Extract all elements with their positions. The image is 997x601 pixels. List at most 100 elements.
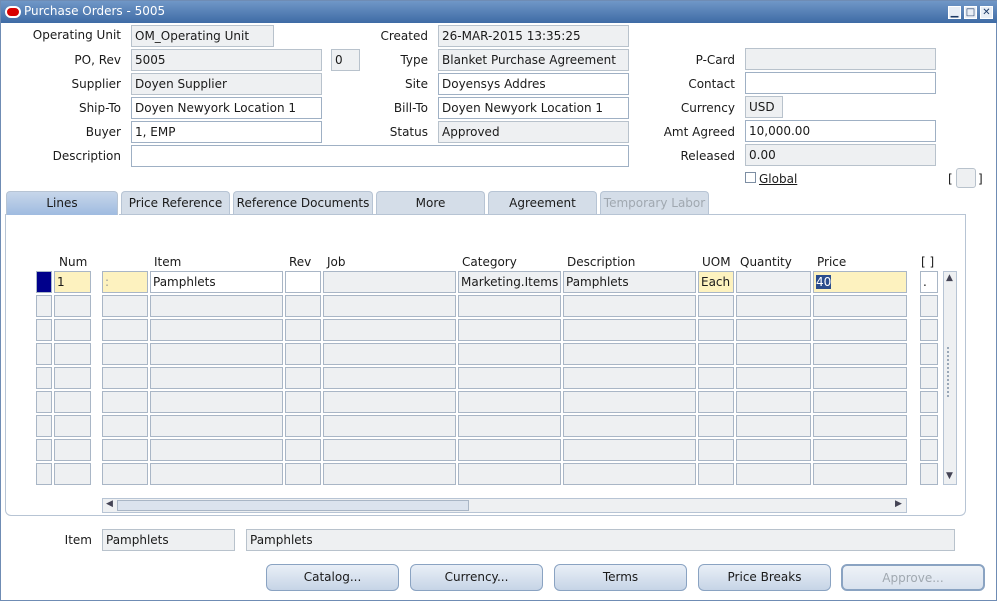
quantity-cell[interactable] xyxy=(736,271,811,293)
operating-unit-field[interactable]: OM_Operating Unit xyxy=(131,25,274,47)
empty-cell[interactable] xyxy=(102,415,148,437)
empty-cell[interactable] xyxy=(323,319,456,341)
empty-cell[interactable] xyxy=(920,367,938,389)
empty-cell[interactable] xyxy=(698,463,734,485)
empty-cell[interactable] xyxy=(920,319,938,341)
row-selector[interactable] xyxy=(36,367,52,389)
empty-cell[interactable] xyxy=(563,295,696,317)
empty-cell[interactable] xyxy=(813,463,907,485)
buyer-field[interactable]: 1, EMP xyxy=(131,121,322,143)
empty-cell[interactable] xyxy=(323,391,456,413)
horizontal-scrollbar[interactable]: ◀ ▶ xyxy=(102,498,907,513)
empty-cell[interactable] xyxy=(698,439,734,461)
empty-cell[interactable] xyxy=(102,439,148,461)
empty-cell[interactable] xyxy=(54,367,91,389)
contact-field[interactable] xyxy=(745,72,936,94)
empty-cell[interactable] xyxy=(813,295,907,317)
ship-to-field[interactable]: Doyen Newyork Location 1 xyxy=(131,97,322,119)
empty-cell[interactable] xyxy=(563,391,696,413)
empty-cell[interactable] xyxy=(736,319,811,341)
row-selector[interactable] xyxy=(36,343,52,365)
empty-cell[interactable] xyxy=(458,391,561,413)
created-field[interactable]: 26-MAR-2015 13:35:25 xyxy=(438,25,629,47)
empty-cell[interactable] xyxy=(150,367,283,389)
pcard-field[interactable] xyxy=(745,48,936,70)
empty-cell[interactable] xyxy=(102,343,148,365)
vertical-scrollbar[interactable]: ▲ ▼ xyxy=(943,271,957,485)
tab-reference-documents[interactable]: Reference Documents xyxy=(233,191,373,215)
empty-cell[interactable] xyxy=(920,415,938,437)
catalog-button[interactable]: Catalog... xyxy=(266,564,399,591)
tab-agreement[interactable]: Agreement xyxy=(488,191,597,215)
job-cell[interactable] xyxy=(323,271,456,293)
empty-cell[interactable] xyxy=(102,463,148,485)
empty-cell[interactable] xyxy=(736,439,811,461)
empty-cell[interactable] xyxy=(920,343,938,365)
num-cell[interactable]: 1 xyxy=(54,271,91,293)
empty-cell[interactable] xyxy=(150,391,283,413)
released-field[interactable]: 0.00 xyxy=(745,144,936,166)
empty-cell[interactable] xyxy=(813,343,907,365)
descriptive-flexfield[interactable] xyxy=(956,168,976,188)
empty-cell[interactable] xyxy=(150,343,283,365)
uom-cell[interactable]: Each xyxy=(698,271,734,293)
empty-cell[interactable] xyxy=(813,391,907,413)
close-icon[interactable]: ✕ xyxy=(980,6,993,19)
empty-cell[interactable] xyxy=(323,343,456,365)
empty-cell[interactable] xyxy=(920,295,938,317)
terms-button[interactable]: Terms xyxy=(554,564,687,591)
price-cell[interactable]: 40 xyxy=(813,271,907,293)
po-number-field[interactable]: 5005 xyxy=(131,49,322,71)
scroll-right-icon[interactable]: ▶ xyxy=(895,499,902,509)
row-selector-current[interactable] xyxy=(36,271,52,293)
currency-button[interactable]: Currency... xyxy=(410,564,543,591)
empty-cell[interactable] xyxy=(323,415,456,437)
empty-cell[interactable] xyxy=(323,295,456,317)
empty-cell[interactable] xyxy=(285,439,321,461)
row-selector[interactable] xyxy=(36,391,52,413)
empty-cell[interactable] xyxy=(285,463,321,485)
footer-item-description[interactable]: Pamphlets xyxy=(246,529,955,551)
row-selector[interactable] xyxy=(36,463,52,485)
supplier-field[interactable]: Doyen Supplier xyxy=(131,73,322,95)
empty-cell[interactable] xyxy=(54,391,91,413)
empty-cell[interactable] xyxy=(323,463,456,485)
empty-cell[interactable] xyxy=(285,367,321,389)
tab-price-reference[interactable]: Price Reference xyxy=(121,191,230,215)
type-cell[interactable]: : xyxy=(102,271,148,293)
empty-cell[interactable] xyxy=(102,319,148,341)
empty-cell[interactable] xyxy=(150,415,283,437)
empty-cell[interactable] xyxy=(813,439,907,461)
currency-field[interactable]: USD xyxy=(745,96,783,118)
horizontal-scroll-thumb[interactable] xyxy=(117,500,469,511)
empty-cell[interactable] xyxy=(813,319,907,341)
empty-cell[interactable] xyxy=(458,463,561,485)
empty-cell[interactable] xyxy=(54,415,91,437)
extra-cell[interactable]: . xyxy=(920,271,938,293)
footer-item-field[interactable]: Pamphlets xyxy=(102,529,235,551)
empty-cell[interactable] xyxy=(563,319,696,341)
empty-cell[interactable] xyxy=(102,367,148,389)
empty-cell[interactable] xyxy=(920,463,938,485)
empty-cell[interactable] xyxy=(813,415,907,437)
empty-cell[interactable] xyxy=(698,343,734,365)
empty-cell[interactable] xyxy=(563,463,696,485)
site-field[interactable]: Doyensys Addres xyxy=(438,73,629,95)
empty-cell[interactable] xyxy=(323,367,456,389)
empty-cell[interactable] xyxy=(285,295,321,317)
item-cell[interactable]: Pamphlets xyxy=(150,271,283,293)
empty-cell[interactable] xyxy=(920,391,938,413)
empty-cell[interactable] xyxy=(458,415,561,437)
scroll-down-icon[interactable]: ▼ xyxy=(946,471,953,481)
bill-to-field[interactable]: Doyen Newyork Location 1 xyxy=(438,97,629,119)
empty-cell[interactable] xyxy=(54,295,91,317)
description-cell[interactable]: Pamphlets xyxy=(563,271,696,293)
scroll-up-icon[interactable]: ▲ xyxy=(946,273,953,283)
empty-cell[interactable] xyxy=(102,295,148,317)
empty-cell[interactable] xyxy=(54,439,91,461)
tab-lines[interactable]: Lines xyxy=(6,191,118,215)
empty-cell[interactable] xyxy=(150,439,283,461)
empty-cell[interactable] xyxy=(698,415,734,437)
global-checkbox[interactable] xyxy=(745,172,756,183)
empty-cell[interactable] xyxy=(285,343,321,365)
